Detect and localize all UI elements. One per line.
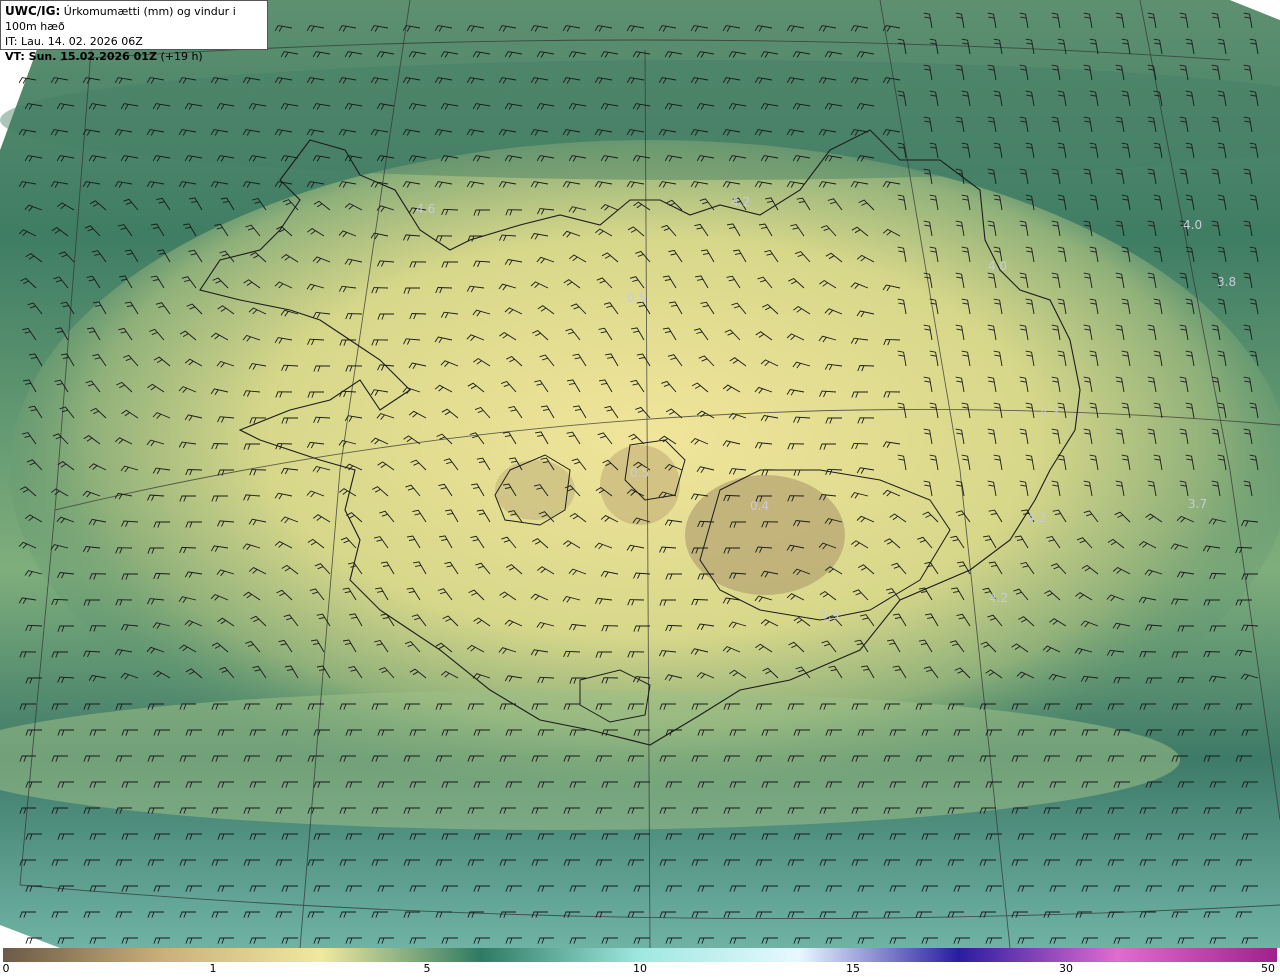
colorbar-tick-label: 1 (209, 962, 217, 975)
colorbar-tick-label: 10 (633, 962, 647, 975)
map-value: 0.5 (630, 466, 649, 480)
map-value: 0.5 (627, 291, 646, 305)
colorbar-tick-label: 50 (1261, 962, 1275, 975)
colorbar-tick-label: 5 (423, 962, 431, 975)
map-value: 0.9 (820, 608, 839, 622)
title-row: UWC/IG: Úrkomumætti (mm) og vindur i 100… (5, 4, 263, 34)
highland-low-2 (600, 445, 680, 525)
title-bold: UWC/IG: (5, 4, 61, 18)
map-value: 4.2 (731, 195, 750, 209)
map-value: 4.2 (989, 591, 1008, 605)
colorbar-tick-label: 30 (1059, 962, 1073, 975)
issue-time: IT: Lau. 14. 02. 2026 06Z (5, 35, 143, 48)
map-value: 4.0 (1183, 218, 1202, 232)
map-value: 0.4 (750, 499, 769, 513)
weather-map: 4.6 4.2 4.0 4.0 3.8 4.3 3.7 4.2 4.2 0.4 … (0, 0, 1280, 948)
colorbar-tick-label: 0 (2, 962, 10, 975)
map-value: 4.2 (1027, 511, 1046, 525)
map-value: 4.3 (1040, 405, 1059, 419)
map-value: 3.8 (1217, 275, 1236, 289)
map-header: UWC/IG: Úrkomumætti (mm) og vindur i 100… (0, 0, 268, 63)
lead-time: (+19 h) (160, 50, 203, 63)
map-value: 4.6 (416, 202, 435, 216)
colorbar (3, 948, 1277, 962)
valid-time: VT: Sun. 15.02.2026 01Z (5, 50, 157, 63)
map-value: 4.0 (988, 259, 1007, 273)
valid-time-row: VT: Sun. 15.02.2026 01Z (+19 h) (5, 49, 263, 64)
map-value: 3.7 (1188, 497, 1207, 511)
colorbar-tick-label: 15 (846, 962, 860, 975)
